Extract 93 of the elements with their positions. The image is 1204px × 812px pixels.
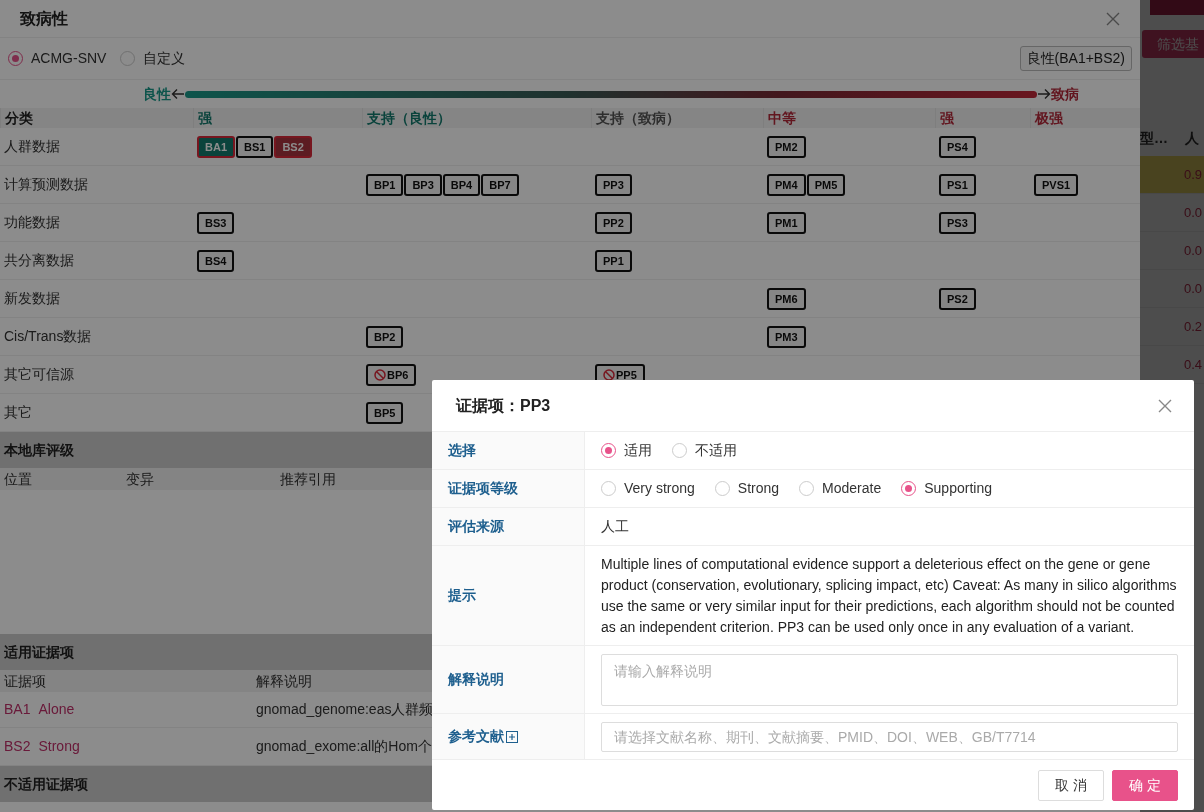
radio-option[interactable]: Very strong [601,478,695,499]
category-label: 共分离数据 [3,251,75,270]
evidence-tag[interactable]: PS3 [939,211,976,234]
evidence-tag[interactable]: PM1 [767,211,806,234]
evidence-tag[interactable]: BS2 [274,135,312,158]
table-cell-text: gnomad_genome:eas人群频 [255,700,434,719]
field-label: 解释说明 [448,670,504,689]
scale-label: 良性 [143,84,171,104]
field-label: 参考文献 [448,727,504,746]
dialog-title: 证据项：PP3 [456,395,551,416]
right-arrow-icon [1037,88,1051,100]
column-header: 变异 [125,470,154,489]
evidence-strength: Strong [38,737,80,756]
evidence-tag[interactable]: PS2 [939,287,976,310]
evidence-tag[interactable]: PM2 [767,135,806,158]
close-button[interactable] [1158,398,1172,413]
table-cell-text: 0.0 [1184,203,1204,222]
header-bar [1150,0,1204,15]
close-icon [1158,398,1172,413]
left-arrow-icon [171,88,185,100]
evidence-tag[interactable]: BA1 [197,135,235,158]
column-header: 型… [1140,128,1169,148]
evidence-tag[interactable]: BS4 [197,249,235,272]
table-cell-text: 0.2 [1184,317,1204,336]
radio-option[interactable]: ACMG-SNV [8,48,107,69]
evidence-tag[interactable]: BP4 [442,173,481,196]
category-label: 计算预测数据 [3,175,89,194]
column-header: 人 [1185,128,1199,148]
column-header: 支持（致病） [591,108,763,128]
evidence-tag[interactable]: BP2 [366,325,404,348]
radio-option[interactable]: 不适用 [672,440,737,461]
column-header: 极强 [1030,108,1140,128]
field-label: 证据项等级 [448,479,518,498]
result-button[interactable]: 良性(BA1+BS2) [1019,46,1132,71]
scale-label: 致病 [1051,84,1079,104]
column-header: 强 [193,108,362,128]
field-label: 提示 [448,586,476,605]
table-cell-text: 0.0 [1184,279,1204,298]
evidence-tag[interactable]: PM3 [767,325,806,348]
field-label: 选择 [448,441,476,460]
radio-option[interactable]: 适用 [601,440,652,461]
prohibited-icon [603,368,615,381]
evidence-strength: Alone [38,700,75,719]
column-header: 中等 [763,108,935,128]
evidence-tag[interactable]: BP5 [366,401,404,424]
evidence-tag[interactable]: BS3 [197,211,235,234]
evidence-tag[interactable]: PP2 [595,211,632,234]
close-icon [1106,11,1120,26]
evidence-tag[interactable]: BP1 [366,173,404,196]
hint-text: Multiple lines of computational evidence support a deleterious effect on the gene or gene product (conservation, evolutionary, splicing impact, etc) Caveat: As many in silico algorithms use the same or very similar input for their predictions, each algorithm should not be counted as an independent criterion. PP3 can be used only once in any evaluation of a variant. [601,554,1178,637]
dialog-title: 致病性 [20,8,68,29]
radio-option[interactable]: Supporting [901,478,992,499]
evidence-tag[interactable]: BP6 [366,363,417,386]
evidence-code: BS2 [4,737,31,756]
column-header: 解释说明 [255,672,312,691]
radio-option[interactable]: Strong [714,478,780,499]
field-label: 评估来源 [448,517,504,536]
column-header: 推荐引用 [279,470,336,489]
column-header: 证据项 [3,672,46,691]
category-label: 其它可信源 [3,365,75,384]
evidence-tag[interactable]: PP1 [595,249,632,272]
evidence-tag[interactable]: PS4 [939,135,976,158]
category-label: 功能数据 [3,213,61,232]
category-label: 新发数据 [3,289,61,308]
prohibited-icon [374,368,386,381]
evidence-tag[interactable]: PM6 [767,287,806,310]
evidence-tag[interactable]: BP3 [404,173,442,196]
category-label: 其它 [3,403,33,422]
evidence-tag[interactable]: PM5 [806,173,846,196]
radio-option[interactable]: 自定义 [120,48,186,69]
column-header: 位置 [3,470,32,489]
cancel-button[interactable]: 取 消 [1038,769,1105,801]
column-header: 强 [935,108,1030,128]
column-header: 支持（良性） [362,108,591,128]
column-header: 分类 [0,108,193,128]
reference-field[interactable]: 请选择文献名称、期刊、文献摘要、PMID、DOI、WEB、GB/T7714 [601,721,1178,752]
evidence-tag[interactable]: PM4 [767,173,806,196]
confirm-button[interactable]: 确 定 [1112,769,1178,801]
category-label: Cis/Trans数据 [3,327,93,346]
evidence-tag[interactable]: BS1 [236,135,274,158]
category-label: 人群数据 [3,137,61,156]
table-cell-text: gnomad_exome:all的Hom个 [255,737,432,756]
evidence-tag[interactable]: PS1 [939,173,976,196]
evidence-tag[interactable]: PVS1 [1034,173,1079,196]
radio-option[interactable]: Moderate [799,478,882,499]
table-cell-text: 0.0 [1184,241,1204,260]
table-cell-text: 0.4 [1184,355,1204,374]
field-value: 人工 [601,517,629,536]
close-button[interactable] [1106,11,1120,26]
evidence-tag[interactable]: BP7 [481,173,519,196]
evidence-code: BA1 [4,700,31,719]
evidence-tag[interactable]: PP3 [595,173,632,196]
comment-field[interactable]: 请输入解释说明 [601,653,1178,706]
